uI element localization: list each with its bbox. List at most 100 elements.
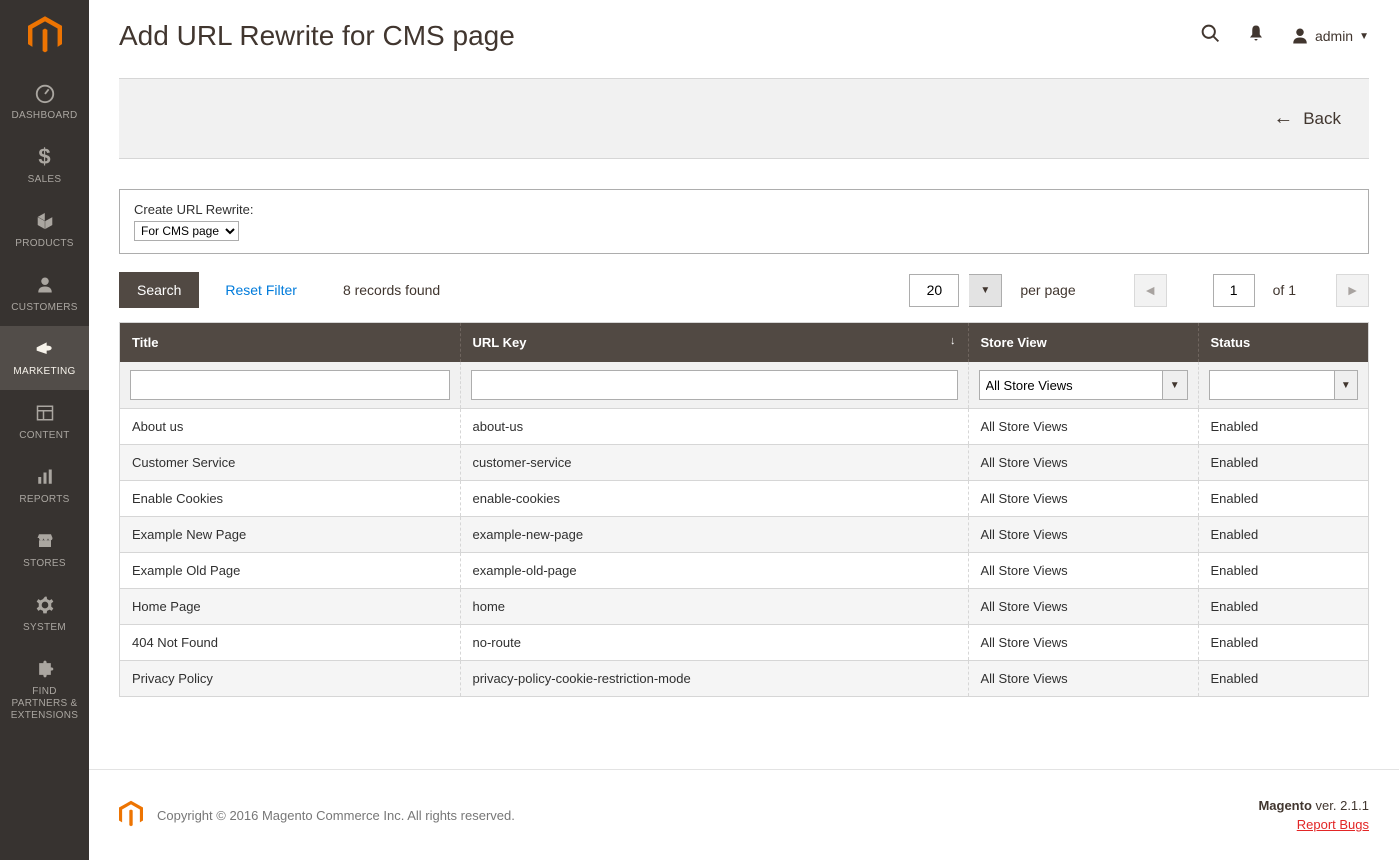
- chevron-down-icon[interactable]: ▼: [1163, 370, 1188, 400]
- filter-store-select[interactable]: [979, 370, 1163, 400]
- cell-store: All Store Views: [968, 625, 1198, 661]
- column-header-title[interactable]: Title: [120, 323, 460, 362]
- sidebar: DASHBOARD $ SALES PRODUCTS CUSTOMERS MAR…: [0, 0, 89, 860]
- cell-title: Example Old Page: [120, 553, 460, 589]
- chevron-down-icon[interactable]: ▼: [1335, 370, 1358, 400]
- cms-page-grid: Title URL Key↓ Store View Status ▼ ▼ Abo…: [119, 322, 1369, 697]
- cell-urlkey: customer-service: [460, 445, 968, 481]
- search-icon[interactable]: [1200, 23, 1221, 50]
- sort-down-icon: ↓: [950, 335, 956, 347]
- sidebar-item-label: CUSTOMERS: [11, 302, 77, 314]
- cube-icon: [35, 208, 55, 234]
- next-page-button[interactable]: ►: [1336, 274, 1369, 307]
- sidebar-item-customers[interactable]: CUSTOMERS: [0, 262, 89, 326]
- page-input[interactable]: [1213, 274, 1255, 307]
- puzzle-icon: [35, 656, 55, 682]
- cell-status: Enabled: [1198, 517, 1368, 553]
- sidebar-item-partners[interactable]: FIND PARTNERS & EXTENSIONS: [0, 646, 89, 734]
- sidebar-item-label: REPORTS: [19, 494, 69, 506]
- filter-status-select[interactable]: [1209, 370, 1335, 400]
- records-found: 8 records found: [343, 282, 440, 298]
- megaphone-icon: [34, 336, 56, 362]
- storefront-icon: [34, 528, 56, 554]
- cell-urlkey: example-old-page: [460, 553, 968, 589]
- cell-status: Enabled: [1198, 589, 1368, 625]
- cell-urlkey: home: [460, 589, 968, 625]
- column-header-status[interactable]: Status: [1198, 323, 1368, 362]
- sidebar-item-dashboard[interactable]: DASHBOARD: [0, 70, 89, 134]
- person-icon: [36, 272, 54, 298]
- filter-urlkey-input[interactable]: [471, 370, 958, 400]
- create-rewrite-box: Create URL Rewrite: For CMS page: [119, 189, 1369, 254]
- admin-username: admin: [1315, 28, 1353, 44]
- cell-urlkey: about-us: [460, 409, 968, 445]
- table-row[interactable]: Enable Cookies enable-cookies All Store …: [120, 481, 1368, 517]
- action-bar: ← Back: [119, 78, 1369, 159]
- dashboard-icon: [34, 80, 56, 106]
- sidebar-item-system[interactable]: SYSTEM: [0, 582, 89, 646]
- reset-filter-link[interactable]: Reset Filter: [225, 282, 297, 298]
- report-bugs-link[interactable]: Report Bugs: [1258, 817, 1369, 832]
- layout-icon: [35, 400, 55, 426]
- sidebar-item-label: DASHBOARD: [11, 110, 77, 122]
- cell-status: Enabled: [1198, 661, 1368, 697]
- magento-logo[interactable]: [0, 0, 89, 70]
- cell-title: About us: [120, 409, 460, 445]
- sidebar-item-stores[interactable]: STORES: [0, 518, 89, 582]
- gear-icon: [35, 592, 55, 618]
- create-rewrite-label: Create URL Rewrite:: [134, 202, 1354, 217]
- sidebar-item-marketing[interactable]: MARKETING: [0, 326, 89, 390]
- copyright-text: Copyright © 2016 Magento Commerce Inc. A…: [157, 808, 515, 823]
- bar-chart-icon: [35, 464, 55, 490]
- sidebar-item-label: STORES: [23, 558, 66, 570]
- per-page-dropdown[interactable]: ▼: [969, 274, 1002, 307]
- table-row[interactable]: 404 Not Found no-route All Store Views E…: [120, 625, 1368, 661]
- table-row[interactable]: About us about-us All Store Views Enable…: [120, 409, 1368, 445]
- per-page-input[interactable]: [909, 274, 959, 307]
- cell-title: Privacy Policy: [120, 661, 460, 697]
- table-row[interactable]: Example New Page example-new-page All St…: [120, 517, 1368, 553]
- cell-store: All Store Views: [968, 589, 1198, 625]
- table-row[interactable]: Customer Service customer-service All St…: [120, 445, 1368, 481]
- cell-status: Enabled: [1198, 625, 1368, 661]
- cell-status: Enabled: [1198, 409, 1368, 445]
- chevron-down-icon: ▼: [1359, 31, 1369, 42]
- cell-urlkey: privacy-policy-cookie-restriction-mode: [460, 661, 968, 697]
- back-label: Back: [1303, 109, 1341, 129]
- sidebar-item-content[interactable]: CONTENT: [0, 390, 89, 454]
- table-row[interactable]: Example Old Page example-old-page All St…: [120, 553, 1368, 589]
- cell-status: Enabled: [1198, 481, 1368, 517]
- cell-urlkey: no-route: [460, 625, 968, 661]
- sidebar-item-label: SYSTEM: [23, 622, 66, 634]
- per-page-label: per page: [1020, 282, 1075, 298]
- filter-title-input[interactable]: [130, 370, 450, 400]
- sidebar-item-products[interactable]: PRODUCTS: [0, 198, 89, 262]
- sidebar-item-reports[interactable]: REPORTS: [0, 454, 89, 518]
- admin-user-menu[interactable]: admin ▼: [1291, 27, 1369, 45]
- table-row[interactable]: Privacy Policy privacy-policy-cookie-res…: [120, 661, 1368, 697]
- column-header-urlkey[interactable]: URL Key↓: [460, 323, 968, 362]
- sidebar-item-label: SALES: [28, 174, 62, 186]
- cell-status: Enabled: [1198, 445, 1368, 481]
- arrow-left-icon: ←: [1273, 107, 1293, 130]
- bell-icon[interactable]: [1247, 23, 1265, 49]
- page-of-label: of 1: [1273, 282, 1296, 298]
- user-icon: [1291, 27, 1309, 45]
- create-rewrite-select[interactable]: For CMS page: [134, 221, 239, 241]
- page-title: Add URL Rewrite for CMS page: [119, 20, 515, 52]
- cell-store: All Store Views: [968, 517, 1198, 553]
- sidebar-item-label: CONTENT: [19, 430, 69, 442]
- cell-title: Home Page: [120, 589, 460, 625]
- prev-page-button[interactable]: ◄: [1134, 274, 1167, 307]
- page-header: Add URL Rewrite for CMS page admin ▼: [89, 0, 1399, 78]
- magento-version: Magento ver. 2.1.1: [1258, 798, 1369, 813]
- back-button[interactable]: ← Back: [1273, 107, 1369, 130]
- column-header-store[interactable]: Store View: [968, 323, 1198, 362]
- search-button[interactable]: Search: [119, 272, 199, 308]
- cell-store: All Store Views: [968, 409, 1198, 445]
- cell-status: Enabled: [1198, 553, 1368, 589]
- grid-toolbar: Search Reset Filter 8 records found ▼ pe…: [119, 272, 1369, 308]
- table-row[interactable]: Home Page home All Store Views Enabled: [120, 589, 1368, 625]
- cell-title: 404 Not Found: [120, 625, 460, 661]
- sidebar-item-sales[interactable]: $ SALES: [0, 134, 89, 198]
